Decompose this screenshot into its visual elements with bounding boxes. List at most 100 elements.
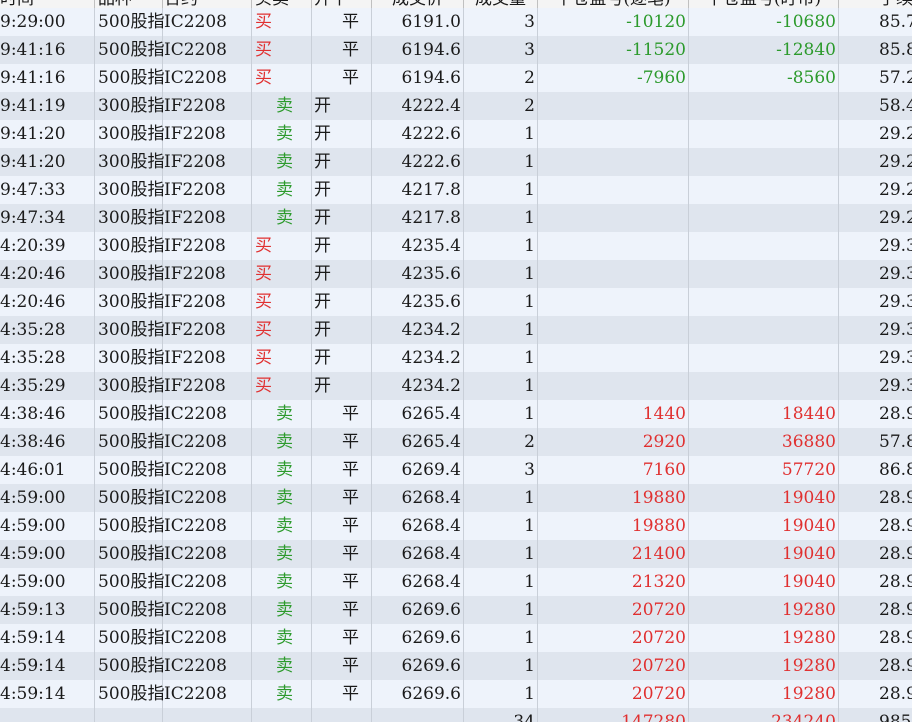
cell-contract: IC2208	[163, 400, 252, 428]
cell-pnl-trade	[538, 176, 689, 204]
cell-contract: IF2208	[163, 92, 252, 120]
table-row[interactable]: 4:35:28 300股指 IF2208 买开 4234.2 1 29.3	[0, 316, 912, 344]
total-empty-0	[0, 708, 95, 722]
table-row[interactable]: 4:20:39 300股指 IF2208 买开 4235.4 1 29.3	[0, 232, 912, 260]
total-empty-1	[95, 708, 163, 722]
table-row[interactable]: 9:41:16 500股指 IC2208 买平 6194.6 2 -7960 -8560 57.…	[0, 64, 912, 92]
cell-open-close: 平	[312, 652, 372, 680]
cell-side: 买	[252, 316, 312, 344]
cell-side: 买	[252, 288, 312, 316]
cell-open-close: 平	[312, 596, 372, 624]
table-row[interactable]: 9:41:20 300股指 IF2208 卖开 4222.6 1 29.2	[0, 120, 912, 148]
cell-price: 4222.4	[372, 92, 464, 120]
cell-time: 9:41:16	[0, 64, 95, 92]
table-row[interactable]: 9:41:20 300股指 IF2208 卖开 4222.6 1 29.2	[0, 148, 912, 176]
cell-fee: 57.8	[879, 432, 912, 452]
table-row[interactable]: 4:59:00 500股指 IC2208 卖平 6268.4 1 19880 19040 28.…	[0, 484, 912, 512]
cell-fee: 85.7	[879, 12, 912, 32]
table-row[interactable]: 4:20:46 300股指 IF2208 买开 4235.6 1 29.3	[0, 288, 912, 316]
cell-price: 6268.4	[372, 484, 464, 512]
cell-fee: 86.8	[879, 460, 912, 480]
cell-qty: 3	[464, 36, 538, 64]
table-row[interactable]: 4:59:13 500股指 IC2208 卖平 6269.6 1 20720 19280 28.…	[0, 596, 912, 624]
cell-side: 买	[252, 260, 312, 288]
cell-qty: 1	[464, 204, 538, 232]
cell-side: 卖	[252, 596, 312, 624]
cell-pnl-trade	[538, 316, 689, 344]
table-row[interactable]: 4:59:00 500股指 IC2208 卖平 6268.4 1 21320 19040 28.…	[0, 568, 912, 596]
cell-fee: 28.9	[879, 516, 912, 536]
table-row[interactable]: 9:47:33 300股指 IF2208 卖开 4217.8 1 29.2	[0, 176, 912, 204]
cell-contract: IC2208	[163, 596, 252, 624]
cell-open-close: 开	[312, 176, 372, 204]
cell-qty: 1	[464, 624, 538, 652]
cell-variety: 500股指	[95, 596, 164, 624]
table-row[interactable]: 4:59:14 500股指 IC2208 卖平 6269.6 1 20720 19280 28.…	[0, 680, 912, 708]
cell-side: 卖	[252, 484, 312, 512]
cell-pnl-trade: -10120	[538, 8, 689, 36]
cell-price: 6269.6	[372, 596, 464, 624]
cell-side: 卖	[252, 428, 312, 456]
cell-side: 买	[252, 8, 312, 36]
table-row[interactable]: 4:35:28 300股指 IF2208 买开 4234.2 1 29.3	[0, 344, 912, 372]
table-row[interactable]: 4:59:00 500股指 IC2208 卖平 6268.4 1 19880 19040 28.…	[0, 512, 912, 540]
cell-pnl-trade	[538, 260, 689, 288]
total-empty-4	[312, 708, 372, 722]
cell-contract: IF2208	[163, 148, 252, 176]
cell-price: 4234.2	[372, 372, 464, 400]
cell-pnl-mtm	[689, 232, 839, 260]
cell-price: 4235.4	[372, 232, 464, 260]
cell-contract: IC2208	[163, 428, 252, 456]
cell-contract: IC2208	[163, 540, 252, 568]
table-row[interactable]: 4:59:14 500股指 IC2208 卖平 6269.6 1 20720 19280 28.…	[0, 624, 912, 652]
cell-qty: 1	[464, 540, 538, 568]
cell-fee: 28.9	[879, 628, 912, 648]
table-row[interactable]: 9:41:16 500股指 IC2208 买平 6194.6 3 -11520 -12840 8…	[0, 36, 912, 64]
table-row[interactable]: 9:29:00 500股指 IC2208 买平 6191.0 3 -10120 -10680 8…	[0, 8, 912, 36]
cell-price: 6268.4	[372, 540, 464, 568]
cell-contract: IF2208	[163, 204, 252, 232]
cell-open-close: 平	[312, 36, 372, 64]
cell-time: 4:59:00	[0, 484, 95, 512]
cell-pnl-mtm: 19040	[689, 512, 839, 540]
table-row[interactable]: 9:47:34 300股指 IF2208 卖开 4217.8 1 29.2	[0, 204, 912, 232]
cell-fee: 28.9	[879, 656, 912, 676]
table-row[interactable]: 4:38:46 500股指 IC2208 卖平 6265.4 2 2920 36880 57.8	[0, 428, 912, 456]
cell-pnl-mtm: 19040	[689, 484, 839, 512]
cell-pnl-trade	[538, 204, 689, 232]
table-row[interactable]: 4:46:01 500股指 IC2208 卖平 6269.4 3 7160 57720 86.8	[0, 456, 912, 484]
cell-price: 6265.4	[372, 428, 464, 456]
cell-fee: 29.3	[879, 348, 912, 368]
cell-side: 卖	[252, 512, 312, 540]
cell-fee: 28.9	[879, 488, 912, 508]
table-row[interactable]: 4:38:46 500股指 IC2208 卖平 6265.4 1 1440 18440 28.9	[0, 400, 912, 428]
cell-price: 4222.6	[372, 120, 464, 148]
total-pnl-trade: 147280	[538, 708, 689, 722]
cell-qty: 3	[464, 8, 538, 36]
total-pnl-mtm: 234240	[689, 708, 839, 722]
cell-pnl-trade: 21400	[538, 540, 689, 568]
cell-pnl-mtm	[689, 260, 839, 288]
cell-variety: 300股指	[95, 260, 164, 288]
cell-pnl-mtm: 36880	[689, 428, 839, 456]
cell-pnl-trade: 7160	[538, 456, 689, 484]
cell-price: 6194.6	[372, 36, 464, 64]
table-row[interactable]: 4:20:46 300股指 IF2208 买开 4235.6 1 29.3	[0, 260, 912, 288]
cell-variety: 300股指	[95, 204, 164, 232]
cell-price: 6269.6	[372, 680, 464, 708]
table-row[interactable]: 4:59:14 500股指 IC2208 卖平 6269.6 1 20720 19280 28.…	[0, 652, 912, 680]
cell-variety: 300股指	[95, 148, 164, 176]
cell-time: 4:35:29	[0, 372, 95, 400]
cell-pnl-trade	[538, 148, 689, 176]
cell-variety: 500股指	[95, 428, 164, 456]
cell-variety: 500股指	[95, 568, 164, 596]
cell-pnl-trade: 20720	[538, 652, 689, 680]
cell-qty: 1	[464, 260, 538, 288]
table-row[interactable]: 4:59:00 500股指 IC2208 卖平 6268.4 1 21400 19040 28.…	[0, 540, 912, 568]
cell-pnl-mtm	[689, 120, 839, 148]
cell-side: 卖	[252, 204, 312, 232]
table-row[interactable]: 9:41:19 300股指 IF2208 卖开 4222.4 2 58.4	[0, 92, 912, 120]
cell-qty: 1	[464, 148, 538, 176]
cell-contract: IC2208	[163, 64, 252, 92]
table-row[interactable]: 4:35:29 300股指 IF2208 买开 4234.2 1 29.3	[0, 372, 912, 400]
